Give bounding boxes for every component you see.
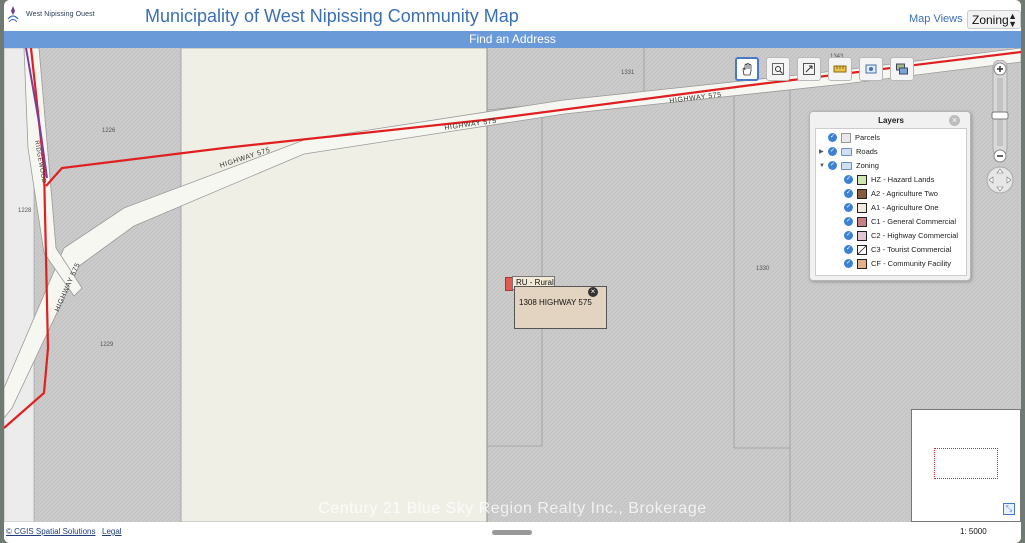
address-popup: × 1308 HIGHWAY 575 <box>514 286 607 329</box>
layers-list: ✓ Parcels ▶ ✓ Roads ▼ ✓ Zoning ✓ HZ - Ha… <box>815 128 967 276</box>
cgis-credit-link[interactable]: © CGIS Spatial Solutions <box>6 527 96 536</box>
layer-item-a1[interactable]: ✓ A1 - Agriculture One <box>844 201 939 214</box>
layer-swatch <box>857 174 867 185</box>
folder-open-icon <box>841 161 852 170</box>
layer-label: A1 - Agriculture One <box>871 203 939 212</box>
pan-hand-icon <box>742 63 752 76</box>
map-scale: 1: 5000 <box>960 527 987 536</box>
parcel-label: 1330 <box>756 266 770 272</box>
layer-swatch <box>857 202 867 213</box>
collapse-arrow-icon[interactable]: ▼ <box>819 163 826 169</box>
layer-item-zoning[interactable]: ▼ ✓ Zoning <box>819 159 879 172</box>
map-toolbar <box>735 57 914 81</box>
layer-checkbox[interactable]: ✓ <box>844 203 853 212</box>
close-icon[interactable]: × <box>949 115 960 126</box>
pan-arrows-control[interactable] <box>986 166 1014 194</box>
overview-extent-box[interactable] <box>934 448 998 479</box>
zoom-out-button[interactable] <box>993 149 1007 163</box>
full-extent-button[interactable] <box>797 57 821 81</box>
layer-swatch <box>857 216 867 227</box>
map-views-link[interactable]: Map Views <box>909 13 963 25</box>
layer-item-c2[interactable]: ✓ C2 - Highway Commercial <box>844 229 958 242</box>
chevron-updown-icon: ▲ ▼ <box>1008 11 1017 29</box>
layers-icon <box>896 63 908 75</box>
full-extent-icon <box>803 63 815 75</box>
parcel-label: 1226 <box>102 128 116 134</box>
layer-checkbox[interactable]: ✓ <box>844 245 853 254</box>
logo-mark-icon <box>6 5 20 23</box>
parcel-label: 1228 <box>18 208 32 214</box>
legal-link[interactable]: Legal <box>102 527 122 536</box>
expand-arrow-icon[interactable]: ▶ <box>819 148 826 155</box>
layer-item-cf[interactable]: ✓ CF - Community Facility <box>844 257 951 270</box>
layer-label: C3 - Tourist Commercial <box>871 245 952 254</box>
layer-label: C2 - Highway Commercial <box>871 231 959 240</box>
layer-label: HZ - Hazard Lands <box>871 175 935 184</box>
layer-label: Roads <box>856 147 878 156</box>
measure-icon <box>833 65 847 73</box>
layer-checkbox[interactable]: ✓ <box>828 133 837 142</box>
page-title: Municipality of West Nipissing Community… <box>145 6 519 26</box>
layer-swatch <box>857 258 867 269</box>
parcel-label: 1331 <box>621 70 635 76</box>
layers-panel-title: Layers <box>878 116 904 125</box>
app-window: West Nipissing Ouest Municipality of Wes… <box>4 0 1021 543</box>
layer-label: C1 - General Commercial <box>871 217 957 226</box>
layer-checkbox[interactable]: ✓ <box>844 217 853 226</box>
folder-icon <box>841 147 852 156</box>
layer-checkbox[interactable]: ✓ <box>828 147 837 156</box>
popup-address: 1308 HIGHWAY 575 <box>519 298 592 307</box>
layer-swatch <box>857 188 867 199</box>
layer-checkbox[interactable]: ✓ <box>844 175 853 184</box>
measure-button[interactable] <box>828 57 852 81</box>
zoom-box-icon <box>772 63 784 75</box>
zoom-slider-handle[interactable] <box>991 111 1009 120</box>
zoom-control <box>985 59 1015 195</box>
layer-label: Zoning <box>856 161 879 170</box>
zoom-box-button[interactable] <box>766 57 790 81</box>
layer-item-parcels[interactable]: ✓ Parcels <box>828 131 880 144</box>
footer: © CGIS Spatial Solutions Legal 1: 5000 <box>4 522 1021 543</box>
identify-icon <box>865 64 877 74</box>
layer-swatch <box>841 132 851 143</box>
layer-swatch <box>857 230 867 241</box>
identify-button[interactable] <box>859 57 883 81</box>
layer-checkbox[interactable]: ✓ <box>844 231 853 240</box>
window-frame: West Nipissing Ouest Municipality of Wes… <box>0 0 1025 543</box>
layer-checkbox[interactable]: ✓ <box>828 161 837 170</box>
find-address-bar[interactable]: Find an Address <box>4 31 1021 48</box>
layer-item-hz[interactable]: ✓ HZ - Hazard Lands <box>844 173 934 186</box>
layer-checkbox[interactable]: ✓ <box>844 189 853 198</box>
layer-label: CF - Community Facility <box>871 259 952 268</box>
layer-label: Parcels <box>855 133 881 142</box>
layer-checkbox[interactable]: ✓ <box>844 259 853 268</box>
logo-brand-text: West Nipissing Ouest <box>26 10 95 18</box>
header: West Nipissing Ouest Municipality of Wes… <box>4 0 1021 31</box>
layer-swatch <box>857 244 867 255</box>
watermark: Century 21 Blue Sky Region Realty Inc., … <box>318 500 707 517</box>
zoning-select-value: Zoning <box>972 12 1009 27</box>
layer-label: A2 - Agriculture Two <box>871 189 938 198</box>
layer-item-c1[interactable]: ✓ C1 - General Commercial <box>844 215 956 228</box>
parcel-label: 1229 <box>100 342 114 348</box>
layer-item-roads[interactable]: ▶ ✓ Roads <box>819 145 878 158</box>
drag-handle[interactable] <box>492 530 532 535</box>
zoom-in-button[interactable] <box>993 62 1007 76</box>
map-canvas[interactable]: 1226 1228 1229 1331 1330 1343 HIGHWAY 57… <box>4 48 1021 522</box>
zoning-select[interactable]: Zoning ▲ ▼ <box>967 10 1021 29</box>
layers-panel: Layers × ✓ Parcels ▶ ✓ Roads ▼ ✓ Zoning … <box>809 111 971 281</box>
layers-button[interactable] <box>890 57 914 81</box>
layer-item-a2[interactable]: ✓ A2 - Agriculture Two <box>844 187 938 200</box>
close-icon[interactable]: × <box>588 287 598 297</box>
pan-tool-button[interactable] <box>735 57 759 81</box>
municipal-logo[interactable]: West Nipissing Ouest <box>6 5 95 23</box>
layer-item-c3[interactable]: ✓ C3 - Tourist Commercial <box>844 243 951 256</box>
